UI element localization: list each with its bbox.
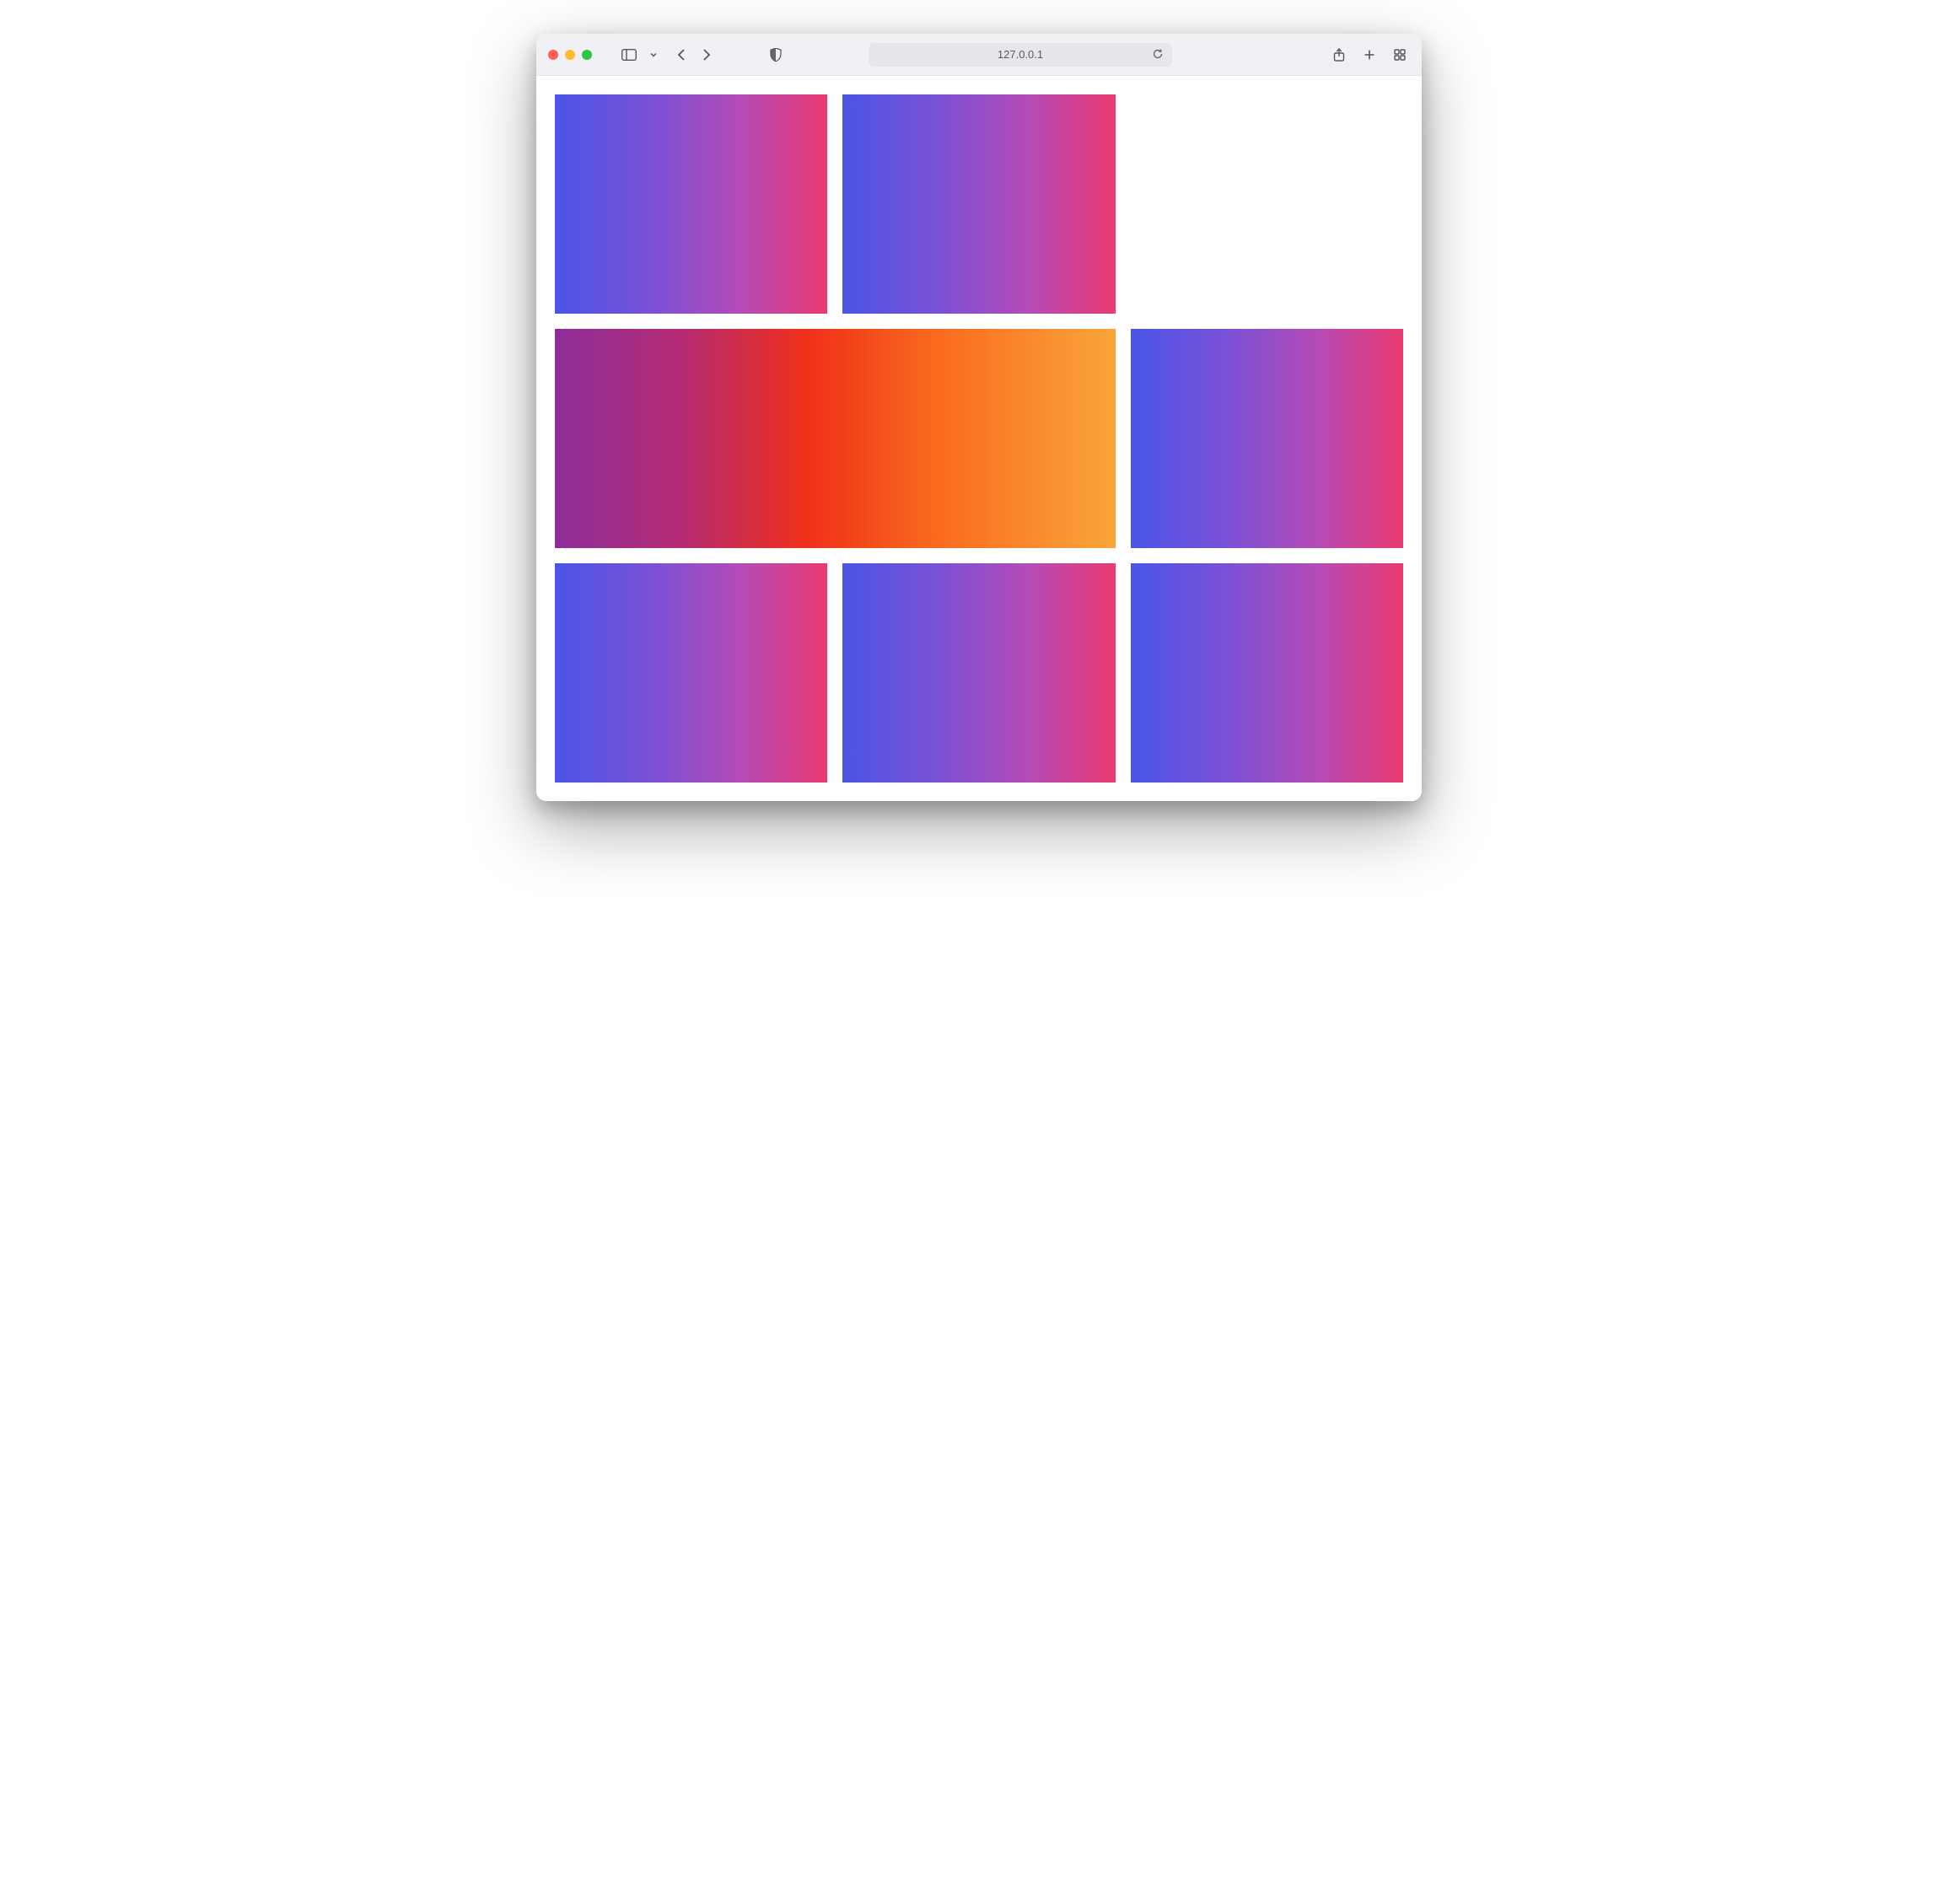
grid-tile-5 bbox=[1131, 329, 1403, 548]
nav-arrows bbox=[673, 45, 715, 65]
window-close-button[interactable] bbox=[548, 50, 558, 60]
grid-tile-6 bbox=[555, 563, 827, 783]
grid-tile-7 bbox=[842, 563, 1115, 783]
browser-window: 127.0.0.1 bbox=[536, 34, 1422, 801]
window-zoom-button[interactable] bbox=[582, 50, 592, 60]
sidebar-toggle-button[interactable] bbox=[619, 45, 639, 65]
grid-tile-1 bbox=[555, 94, 827, 314]
forward-button[interactable] bbox=[697, 45, 715, 65]
tab-overview-icon[interactable] bbox=[1390, 45, 1410, 65]
grid-tile-8 bbox=[1131, 563, 1403, 783]
reload-icon[interactable] bbox=[1152, 48, 1165, 62]
grid-tile-3 bbox=[1131, 94, 1403, 314]
browser-titlebar: 127.0.0.1 bbox=[536, 34, 1422, 76]
address-bar[interactable]: 127.0.0.1 bbox=[869, 43, 1172, 67]
new-tab-icon[interactable] bbox=[1359, 45, 1380, 65]
share-icon[interactable] bbox=[1329, 45, 1349, 65]
toolbar-right bbox=[1329, 45, 1410, 65]
grid-tile-2 bbox=[842, 94, 1115, 314]
tab-group-chevron-icon[interactable] bbox=[648, 45, 659, 65]
window-traffic-lights bbox=[548, 50, 592, 60]
gradient-grid bbox=[555, 94, 1403, 783]
address-bar-text: 127.0.0.1 bbox=[998, 48, 1043, 61]
back-button[interactable] bbox=[673, 45, 691, 65]
page-viewport bbox=[536, 76, 1422, 801]
privacy-shield-icon[interactable] bbox=[766, 45, 786, 65]
window-minimize-button[interactable] bbox=[565, 50, 575, 60]
grid-tile-4 bbox=[555, 329, 1116, 548]
